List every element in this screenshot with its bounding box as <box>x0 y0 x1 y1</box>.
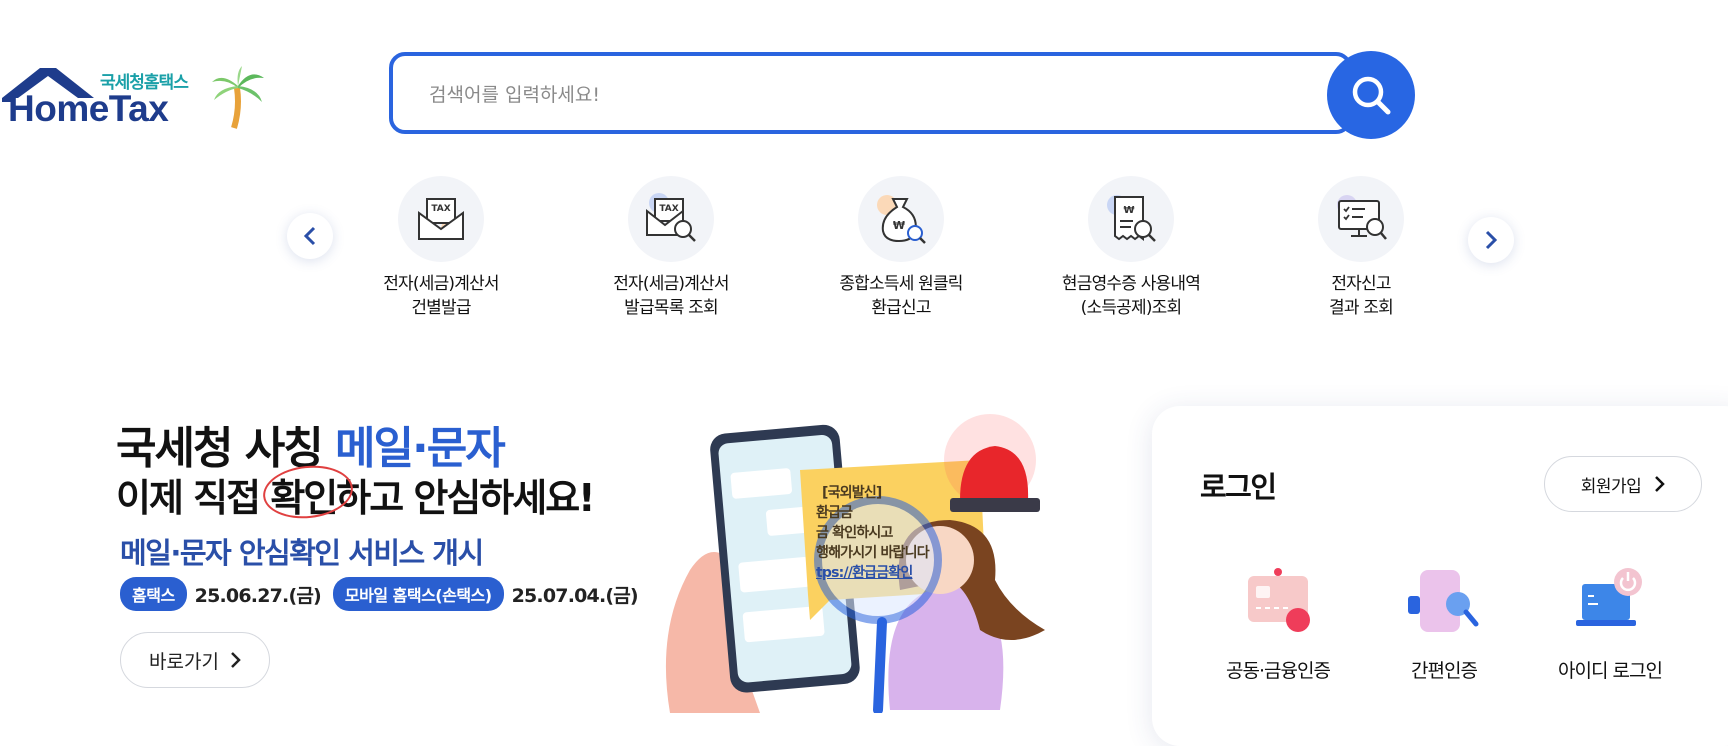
quick-menu-label-line1: 종합소득세 원클릭 <box>839 274 963 294</box>
banner-go-label: 바로가기 <box>149 650 219 673</box>
quick-menu-label-line2: 발급목록 조회 <box>624 298 718 318</box>
banner-go-button[interactable]: 바로가기 <box>120 632 270 688</box>
quick-menu-next-button[interactable] <box>1468 217 1514 263</box>
login-title: 로그인 <box>1200 470 1277 504</box>
certificate-card-icon <box>1238 566 1318 642</box>
quick-menu-item-invoice-list[interactable]: TAX 전자(세금)계산서발급목록 조회 <box>561 176 781 320</box>
quick-menu-item-e-filing-result[interactable]: 전자신고결과 조회 <box>1251 176 1471 320</box>
monitor-search-icon <box>1318 176 1404 262</box>
quick-menu-label-line2: 건별발급 <box>411 298 471 318</box>
chevron-right-icon <box>1655 476 1666 492</box>
search-button[interactable] <box>1327 51 1415 139</box>
id-login-laptop-icon <box>1570 566 1650 642</box>
banner-date-row: 홈택스 25.06.27.(금) 모바일 홈택스(손택스) 25.07.04.(… <box>120 577 650 611</box>
login-option-certificate[interactable]: 공동·금융인증 <box>1203 566 1353 683</box>
quick-menu-item-cash-receipt[interactable]: ₩ 현금영수증 사용내역 (소득공제)조회 <box>1021 176 1241 320</box>
banner-headline-2a: 이제 직접 <box>116 476 271 520</box>
quick-menu-label-line2: 결과 조회 <box>1329 298 1394 318</box>
login-option-label: 간편인증 <box>1411 660 1478 682</box>
quick-menu-label-line1: 전자(세금)계산서 <box>613 274 729 294</box>
note-text-1: [국외발신] <box>822 485 882 501</box>
quick-menu-label-line1: 현금영수증 사용내역 <box>1061 274 1201 294</box>
mobile-hometax-date: 25.07.04.(금) <box>511 584 639 607</box>
svg-text:TAX: TAX <box>659 204 678 214</box>
banner-headline-2c: 하고 안심하세요! <box>336 476 595 520</box>
banner-headline-2: 이제 직접 확인하고 안심하세요! <box>116 467 596 522</box>
search-box <box>389 52 1352 134</box>
quick-menu-item-invoice-issue[interactable]: TAX 전자(세금)계산서건별발급 <box>331 176 551 320</box>
login-option-label: 공동·금융인증 <box>1226 660 1331 682</box>
chevron-right-icon <box>231 652 241 668</box>
palm-tree-icon <box>212 66 264 129</box>
login-panel: 로그인 회원가입 공동·금융인증 간편인증 아이디 로그인 <box>1152 406 1728 746</box>
quick-menu-prev-button[interactable] <box>287 213 333 259</box>
search-input[interactable] <box>427 76 1291 114</box>
quick-menu-label-line2: 환급신고 <box>871 298 931 318</box>
quick-menu-item-income-tax-refund[interactable]: ₩ 종합소득세 원클릭환급신고 <box>791 176 1011 320</box>
tax-search-icon: TAX <box>628 176 714 262</box>
login-option-simple-auth[interactable]: 간편인증 <box>1369 566 1519 683</box>
chevron-right-icon <box>1485 230 1498 250</box>
tax-envelope-icon: TAX <box>398 176 484 262</box>
signup-label: 회원가입 <box>1580 476 1642 497</box>
banner-subtitle: 메일·문자 안심확인 서비스 개시 <box>120 536 484 570</box>
money-bag-icon: ₩ <box>858 176 944 262</box>
note-text-5: tps://환급금확인 <box>816 565 913 581</box>
quick-menu-label-line1: 전자(세금)계산서 <box>383 274 499 294</box>
logo-english-text: HomeTax <box>8 88 169 129</box>
note-text-4: 행해가시기 바랍니다 <box>816 545 930 561</box>
quick-menu-label-line1: 전자신고 <box>1331 274 1391 294</box>
hometax-date: 25.06.27.(금) <box>194 584 322 607</box>
receipt-search-icon: ₩ <box>1088 176 1174 262</box>
mobile-hometax-pill: 모바일 홈택스(손택스) <box>332 577 504 611</box>
hometax-pill: 홈택스 <box>120 577 187 611</box>
chevron-left-icon <box>303 226 316 246</box>
signup-button[interactable]: 회원가입 <box>1544 456 1702 512</box>
login-option-label: 아이디 로그인 <box>1558 660 1663 682</box>
login-option-id-login[interactable]: 아이디 로그인 <box>1535 566 1685 683</box>
svg-text:₩: ₩ <box>893 219 905 232</box>
search-icon <box>1352 76 1391 115</box>
svg-text:TAX: TAX <box>431 204 450 214</box>
svg-text:₩: ₩ <box>1123 205 1134 216</box>
simple-auth-icon <box>1404 566 1484 642</box>
quick-menu-label-line2: (소득공제)조회 <box>1080 298 1183 318</box>
note-text-3: 금 확인하시고 <box>816 525 893 541</box>
hometax-logo[interactable]: 국세청홈택스 HomeTax <box>0 58 270 130</box>
note-text-2: 환급금 <box>816 505 853 521</box>
banner-illustration: [국외발신] 환급금 금 확인하시고 행해가시기 바랍니다 tps://환급금확… <box>650 410 1090 713</box>
